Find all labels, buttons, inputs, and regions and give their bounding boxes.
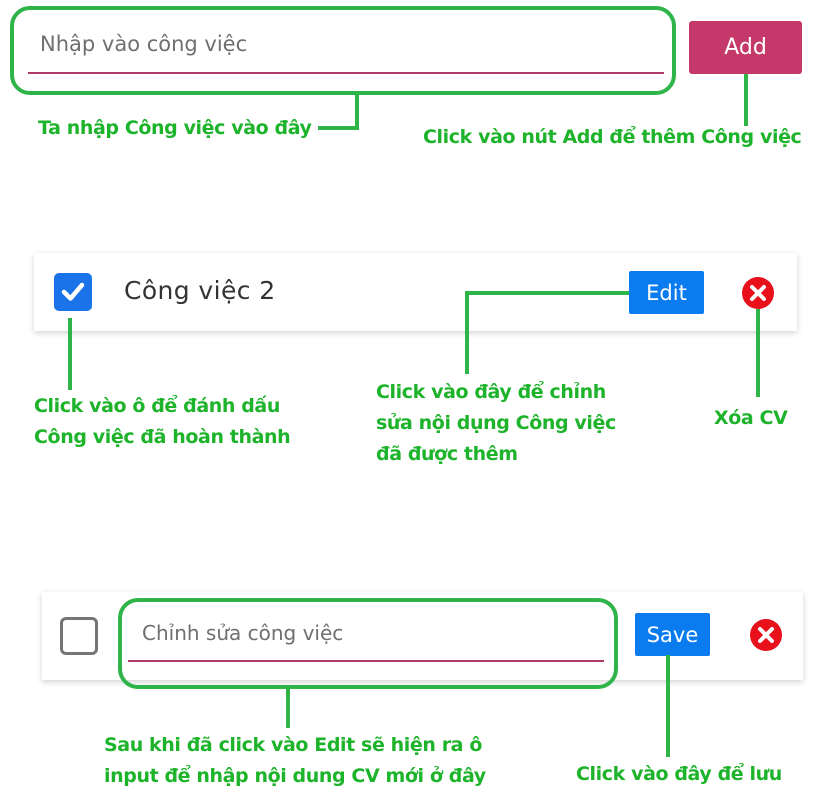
todo-item-text: Công việc 2 xyxy=(124,276,276,305)
annotation-edit-note-line2: sửa nội dụng Công việc xyxy=(376,412,616,434)
annotation-edit-note-line3: đã được thêm xyxy=(376,443,518,465)
annotation-checkbox-note-line2: Công việc đã hoàn thành xyxy=(34,426,291,448)
todo-input[interactable] xyxy=(28,22,664,74)
annotation-input-note: Ta nhập Công việc vào đây xyxy=(38,117,312,139)
annotation-edit-input-note-line2: input để nhập nội dung CV mới ở đây xyxy=(104,765,486,787)
annotation-edit-input-note-line1: Sau khi đã click vào Edit sẽ hiện ra ô xyxy=(104,734,482,756)
connector-line xyxy=(355,94,359,130)
connector-line xyxy=(465,291,469,374)
annotation-checkbox-note-line1: Click vào ô để đánh dấu xyxy=(34,395,280,417)
todo-checkbox-unchecked[interactable] xyxy=(60,617,98,655)
connector-line xyxy=(286,688,290,728)
connector-line xyxy=(744,74,748,126)
connector-line xyxy=(68,318,72,390)
edit-todo-input[interactable] xyxy=(128,612,604,662)
annotation-add-note: Click vào nút Add để thêm Công việc xyxy=(423,126,802,148)
save-button[interactable]: Save xyxy=(635,613,710,656)
connector-line xyxy=(666,655,670,757)
checkmark-icon xyxy=(61,282,85,301)
edit-button[interactable]: Edit xyxy=(629,271,704,314)
close-circle-icon[interactable] xyxy=(749,618,783,652)
annotation-delete-note: Xóa CV xyxy=(714,407,788,429)
connector-line xyxy=(465,291,629,295)
annotation-edit-note-line1: Click vào đây để chỉnh xyxy=(376,381,606,403)
connector-line xyxy=(318,126,359,130)
todo-checkbox-checked[interactable] xyxy=(54,273,92,311)
connector-line xyxy=(756,309,760,397)
annotation-save-note: Click vào đây để lưu xyxy=(576,763,782,785)
add-button[interactable]: Add xyxy=(689,21,802,74)
close-circle-icon[interactable] xyxy=(741,276,775,310)
